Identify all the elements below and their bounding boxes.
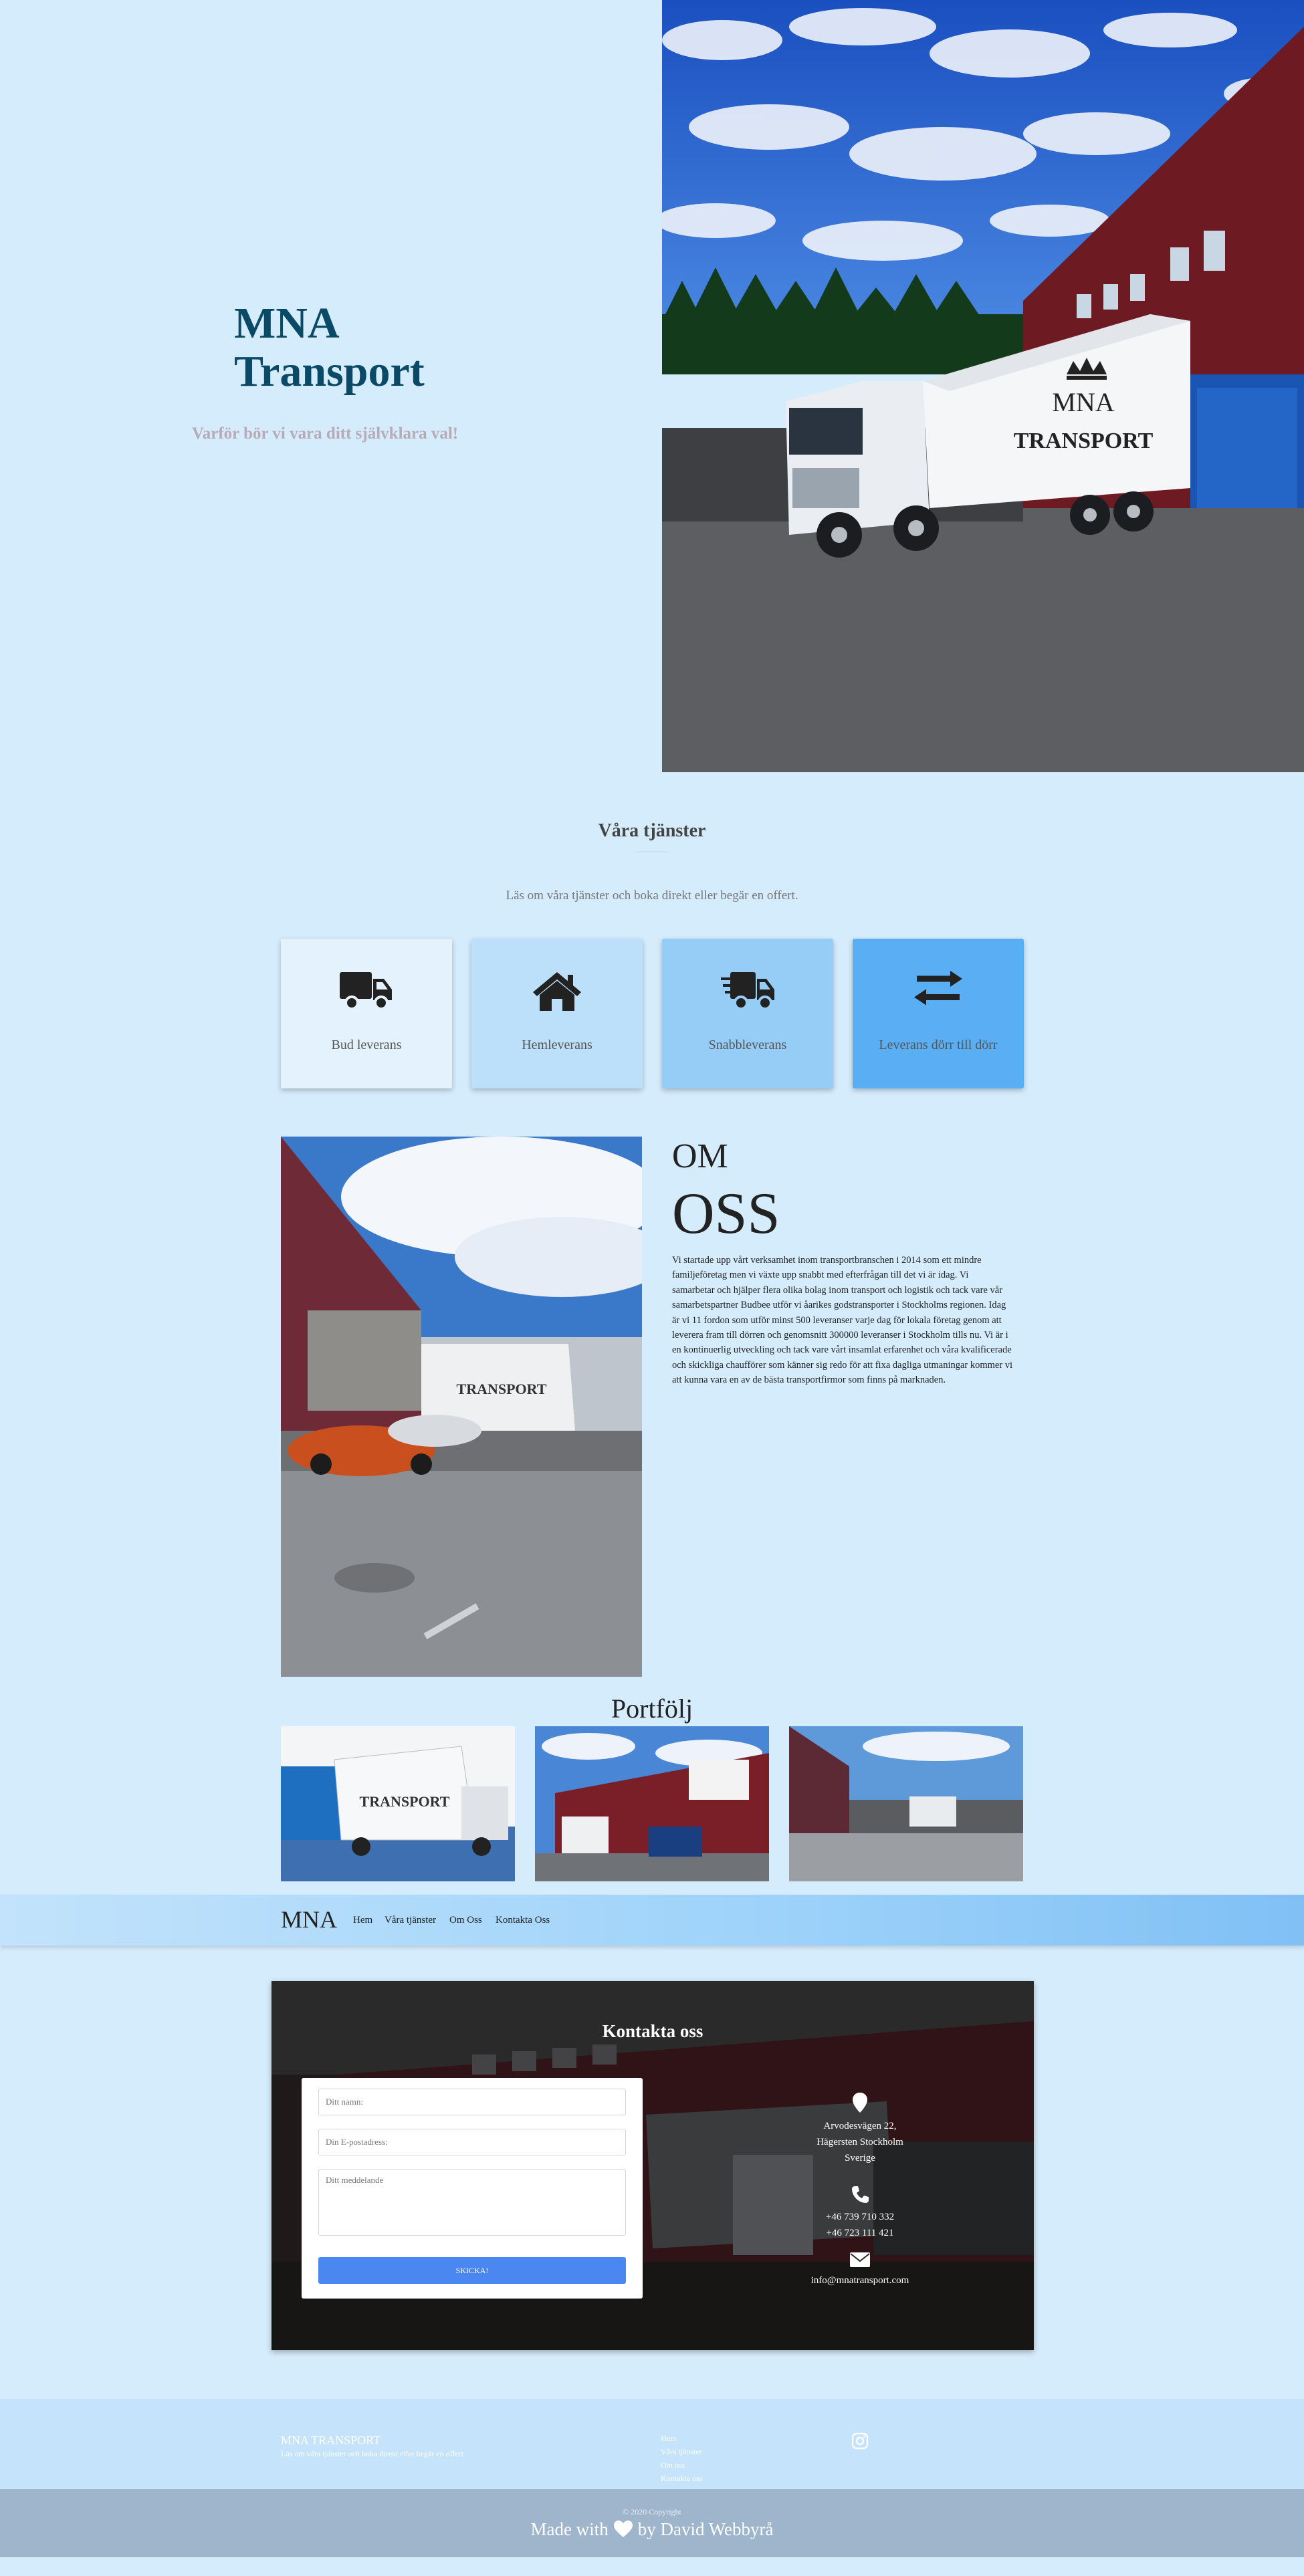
- footer-link-hem[interactable]: Hem: [661, 2434, 676, 2444]
- address-line3: Sverige: [845, 2153, 875, 2163]
- main-navbar: MNA Hem Våra tjänster Om Oss Kontakta Os…: [0, 1895, 1304, 1946]
- contact-form: SKICKA!: [302, 2078, 643, 2299]
- service-card-hemleverans[interactable]: Hemleverans: [471, 939, 643, 1088]
- address-block: Arvodesvägen 22, Hägersten Stockholm Sve…: [793, 2093, 927, 2166]
- about-heading-large: OSS: [672, 1181, 780, 1246]
- truck-transport-text: TRANSPORT: [1014, 429, 1154, 453]
- home-icon: [533, 972, 581, 1011]
- made-with-text: Made with: [530, 2519, 609, 2539]
- footer-link-om-oss[interactable]: Om oss: [661, 2460, 685, 2470]
- hero-truck-photo: MNA TRANSPORT: [662, 0, 1304, 772]
- service-label-bud-leverans: Bud leverans: [331, 1038, 402, 1052]
- service-label-hemleverans: Hemleverans: [522, 1038, 592, 1052]
- services-title: Våra tjänster: [598, 820, 706, 841]
- portfolio-title: Portfölj: [611, 1693, 693, 1724]
- made-with-line: Made with by David Webbyrå: [0, 2519, 1304, 2540]
- hero-tagline: Varför bör vi vara ditt självklara val!: [192, 425, 459, 443]
- contact-section: Kontakta oss SKICKA! Arvodesvägen 22, Hä…: [271, 1981, 1034, 2350]
- footer-subtitle: Läs om våra tjänster och boka direkt ell…: [281, 2449, 463, 2458]
- bottom-bar: © 2020 Copyright Made with by David Webby…: [0, 2489, 1304, 2557]
- about-photo: TRANSPORT: [281, 1137, 642, 1677]
- nav-link-vara-tjanster[interactable]: Våra tjänster: [385, 1915, 436, 1926]
- svg-text:TRANSPORT: TRANSPORT: [457, 1381, 547, 1397]
- message-input[interactable]: [318, 2169, 626, 2236]
- nav-link-kontakta-oss[interactable]: Kontakta Oss: [496, 1915, 550, 1926]
- hero-brand-title: MNA Transport: [234, 300, 502, 396]
- footer-link-vara-tjanster[interactable]: Våra tjänster: [661, 2447, 702, 2457]
- service-label-dorr-till-dorr: Leverans dörr till dörr: [879, 1038, 998, 1052]
- portfolio-image-1[interactable]: TRANSPORT: [281, 1726, 515, 1881]
- made-by-text: by David Webbyrå: [637, 2519, 774, 2539]
- copyright-text: © 2020 Copyright: [623, 2507, 681, 2516]
- envelope-icon: [850, 2252, 870, 2267]
- phone-block: +46 739 710 332 +46 723 111 421: [793, 2185, 927, 2241]
- nav-link-hem[interactable]: Hem: [353, 1915, 372, 1926]
- footer-link-kontakta-oss[interactable]: Kontakta oss: [661, 2474, 702, 2484]
- truck-icon: [340, 972, 392, 1010]
- hero-text-panel: MNA Transport Varför bör vi vara ditt sj…: [0, 0, 662, 772]
- services-divider: [635, 851, 669, 852]
- portfolio-image-2[interactable]: [535, 1726, 769, 1881]
- hero-brand-line1: MNA: [234, 299, 340, 348]
- fast-truck-icon: [721, 972, 774, 1010]
- services-subtitle: Läs om våra tjänster och boka direkt ell…: [506, 889, 798, 903]
- email-block: info@mnatransport.com: [793, 2252, 927, 2289]
- nav-link-om-oss[interactable]: Om Oss: [449, 1915, 482, 1926]
- about-heading-small: OM: [672, 1137, 728, 1175]
- footer-brand: MNA TRANSPORT: [281, 2434, 381, 2447]
- heart-icon: [613, 2521, 633, 2537]
- email-input[interactable]: [318, 2129, 626, 2155]
- about-text: Vi startade upp vårt verksamhet inom tra…: [672, 1255, 1013, 1386]
- name-input[interactable]: [318, 2089, 626, 2115]
- service-card-snabbleverans[interactable]: Snabbleverans: [662, 939, 833, 1088]
- hero-section: MNA Transport Varför bör vi vara ditt sj…: [0, 0, 1304, 772]
- exchange-arrows-icon: [914, 971, 962, 1006]
- svg-text:TRANSPORT: TRANSPORT: [360, 1793, 450, 1810]
- phone-number-1[interactable]: +46 739 710 332: [793, 2209, 927, 2225]
- address-line2: Hägersten Stockholm: [817, 2137, 903, 2147]
- service-label-snabbleverans: Snabbleverans: [708, 1038, 787, 1052]
- hero-brand-line2: Transport: [234, 347, 425, 396]
- map-marker-icon: [853, 2093, 867, 2113]
- nav-brand[interactable]: MNA: [281, 1905, 337, 1934]
- service-card-bud-leverans[interactable]: Bud leverans: [281, 939, 452, 1088]
- submit-button[interactable]: SKICKA!: [318, 2257, 626, 2284]
- phone-icon: [852, 2186, 869, 2203]
- service-card-dorr-till-dorr[interactable]: Leverans dörr till dörr: [853, 939, 1024, 1088]
- contact-email[interactable]: info@mnatransport.com: [793, 2272, 927, 2289]
- phone-number-2[interactable]: +46 723 111 421: [793, 2225, 927, 2241]
- truck-mna-text: MNA: [1052, 387, 1114, 417]
- portfolio-image-3[interactable]: [789, 1726, 1023, 1881]
- footer: MNA TRANSPORT Läs om våra tjänster och b…: [0, 2399, 1304, 2489]
- address-line1: Arvodesvägen 22,: [823, 2121, 897, 2131]
- instagram-icon[interactable]: [851, 2432, 869, 2450]
- contact-title: Kontakta oss: [602, 2021, 703, 2041]
